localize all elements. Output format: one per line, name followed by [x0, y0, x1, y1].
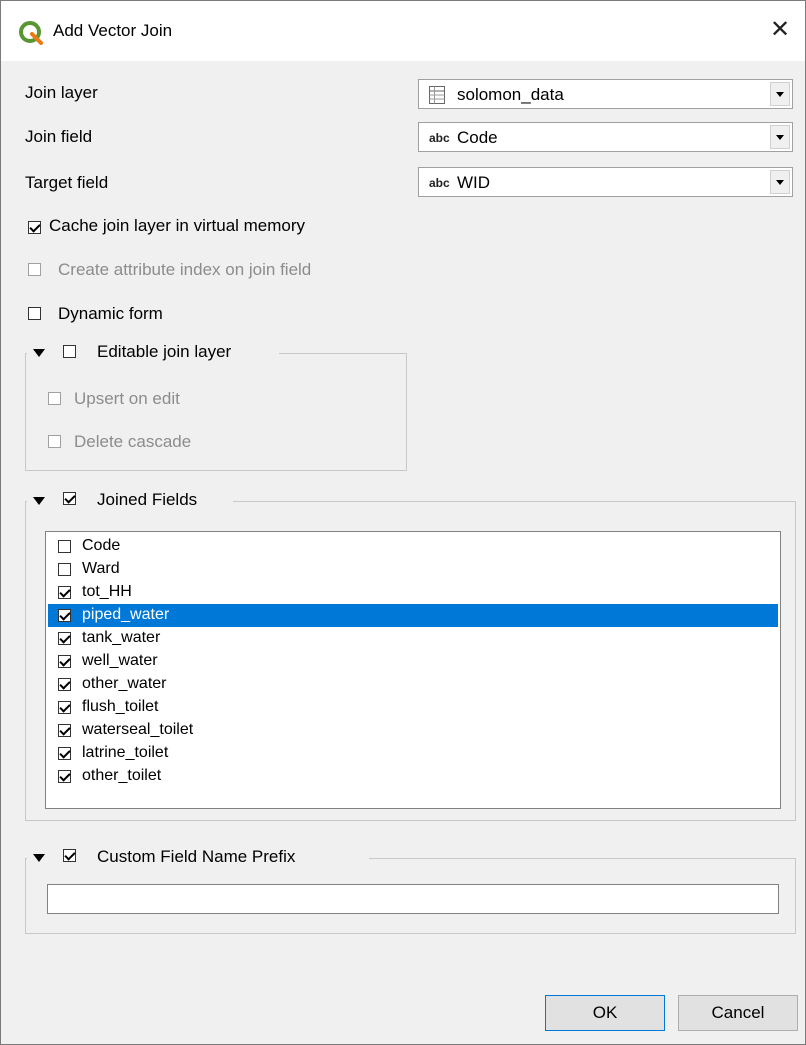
field-name: tot_HH [82, 583, 132, 600]
field-checkbox[interactable] [58, 701, 71, 714]
field-name: tank_water [82, 629, 161, 646]
list-item[interactable]: other_toilet [48, 765, 778, 788]
field-name: piped_water [82, 606, 170, 623]
table-icon [429, 86, 445, 104]
list-item[interactable]: Code [48, 535, 778, 558]
string-type-icon: abc [429, 131, 450, 145]
dialog-title: Add Vector Join [53, 21, 173, 40]
list-item[interactable]: other_water [48, 673, 778, 696]
string-type-icon: abc [429, 176, 450, 190]
prefix-title: Custom Field Name Prefix [97, 847, 296, 866]
join-layer-label: Join layer [25, 83, 98, 102]
delete-cascade-label: Delete cascade [74, 432, 192, 451]
target-field-combo[interactable]: abc WID [418, 167, 793, 197]
cache-label: Cache join layer in virtual memory [49, 216, 306, 235]
target-field-value: WID [457, 173, 491, 192]
join-field-value: Code [457, 128, 498, 147]
prefix-checkbox[interactable] [63, 849, 76, 862]
collapse-arrow-icon[interactable] [33, 854, 45, 862]
target-field-label: Target field [25, 173, 109, 192]
list-item[interactable]: piped_water [48, 604, 778, 627]
list-item[interactable]: latrine_toilet [48, 742, 778, 765]
list-item[interactable]: tot_HH [48, 581, 778, 604]
list-item[interactable]: flush_toilet [48, 696, 778, 719]
list-item[interactable]: Ward [48, 558, 778, 581]
list-item[interactable]: waterseal_toilet [48, 719, 778, 742]
editable-join-layer-title: Editable join layer [97, 342, 232, 361]
field-checkbox[interactable] [58, 724, 71, 737]
chevron-down-icon[interactable] [770, 82, 790, 106]
list-item[interactable]: tank_water [48, 627, 778, 650]
prefix-input[interactable] [47, 884, 779, 914]
joined-fields-checkbox[interactable] [63, 492, 76, 505]
cache-checkbox[interactable] [28, 221, 41, 234]
field-checkbox[interactable] [58, 609, 71, 622]
field-checkbox[interactable] [58, 563, 71, 576]
join-field-label: Join field [25, 127, 93, 146]
field-name: latrine_toilet [82, 744, 169, 761]
index-checkbox [28, 263, 41, 276]
chevron-down-icon[interactable] [770, 125, 790, 149]
field-name: Code [82, 537, 121, 554]
editable-join-layer-group [25, 353, 407, 471]
collapse-arrow-icon[interactable] [33, 349, 45, 357]
field-checkbox[interactable] [58, 770, 71, 783]
field-checkbox[interactable] [58, 655, 71, 668]
join-layer-value: solomon_data [457, 85, 564, 104]
delete-cascade-checkbox [48, 435, 61, 448]
dynamic-form-label: Dynamic form [58, 304, 163, 323]
field-checkbox[interactable] [58, 632, 71, 645]
close-icon[interactable]: ✕ [765, 15, 795, 45]
field-name: Ward [82, 560, 120, 577]
field-checkbox[interactable] [58, 586, 71, 599]
field-name: waterseal_toilet [82, 721, 194, 738]
field-checkbox[interactable] [58, 747, 71, 760]
list-item[interactable]: well_water [48, 650, 778, 673]
cancel-button[interactable]: Cancel [678, 995, 798, 1031]
editable-join-layer-checkbox[interactable] [63, 345, 76, 358]
joined-fields-title: Joined Fields [97, 490, 198, 509]
field-name: other_toilet [82, 767, 162, 784]
join-field-combo[interactable]: abc Code [418, 122, 793, 152]
field-checkbox[interactable] [58, 678, 71, 691]
qgis-logo-icon [19, 21, 43, 45]
field-name: well_water [82, 652, 158, 669]
field-name: flush_toilet [82, 698, 159, 715]
upsert-label: Upsert on edit [74, 389, 180, 408]
join-layer-combo[interactable]: solomon_data [418, 79, 793, 109]
add-vector-join-dialog: Add Vector Join ✕ Join layer solomon_dat… [0, 0, 806, 1045]
field-name: other_water [82, 675, 167, 692]
upsert-checkbox [48, 392, 61, 405]
chevron-down-icon[interactable] [770, 170, 790, 194]
ok-button[interactable]: OK [545, 995, 665, 1031]
collapse-arrow-icon[interactable] [33, 497, 45, 505]
field-checkbox[interactable] [58, 540, 71, 553]
joined-fields-list[interactable]: Code Ward tot_HH piped_water tank_water … [45, 531, 781, 809]
dynamic-form-checkbox[interactable] [28, 307, 41, 320]
index-label: Create attribute index on join field [58, 260, 312, 279]
title-bar: Add Vector Join ✕ [1, 1, 805, 61]
